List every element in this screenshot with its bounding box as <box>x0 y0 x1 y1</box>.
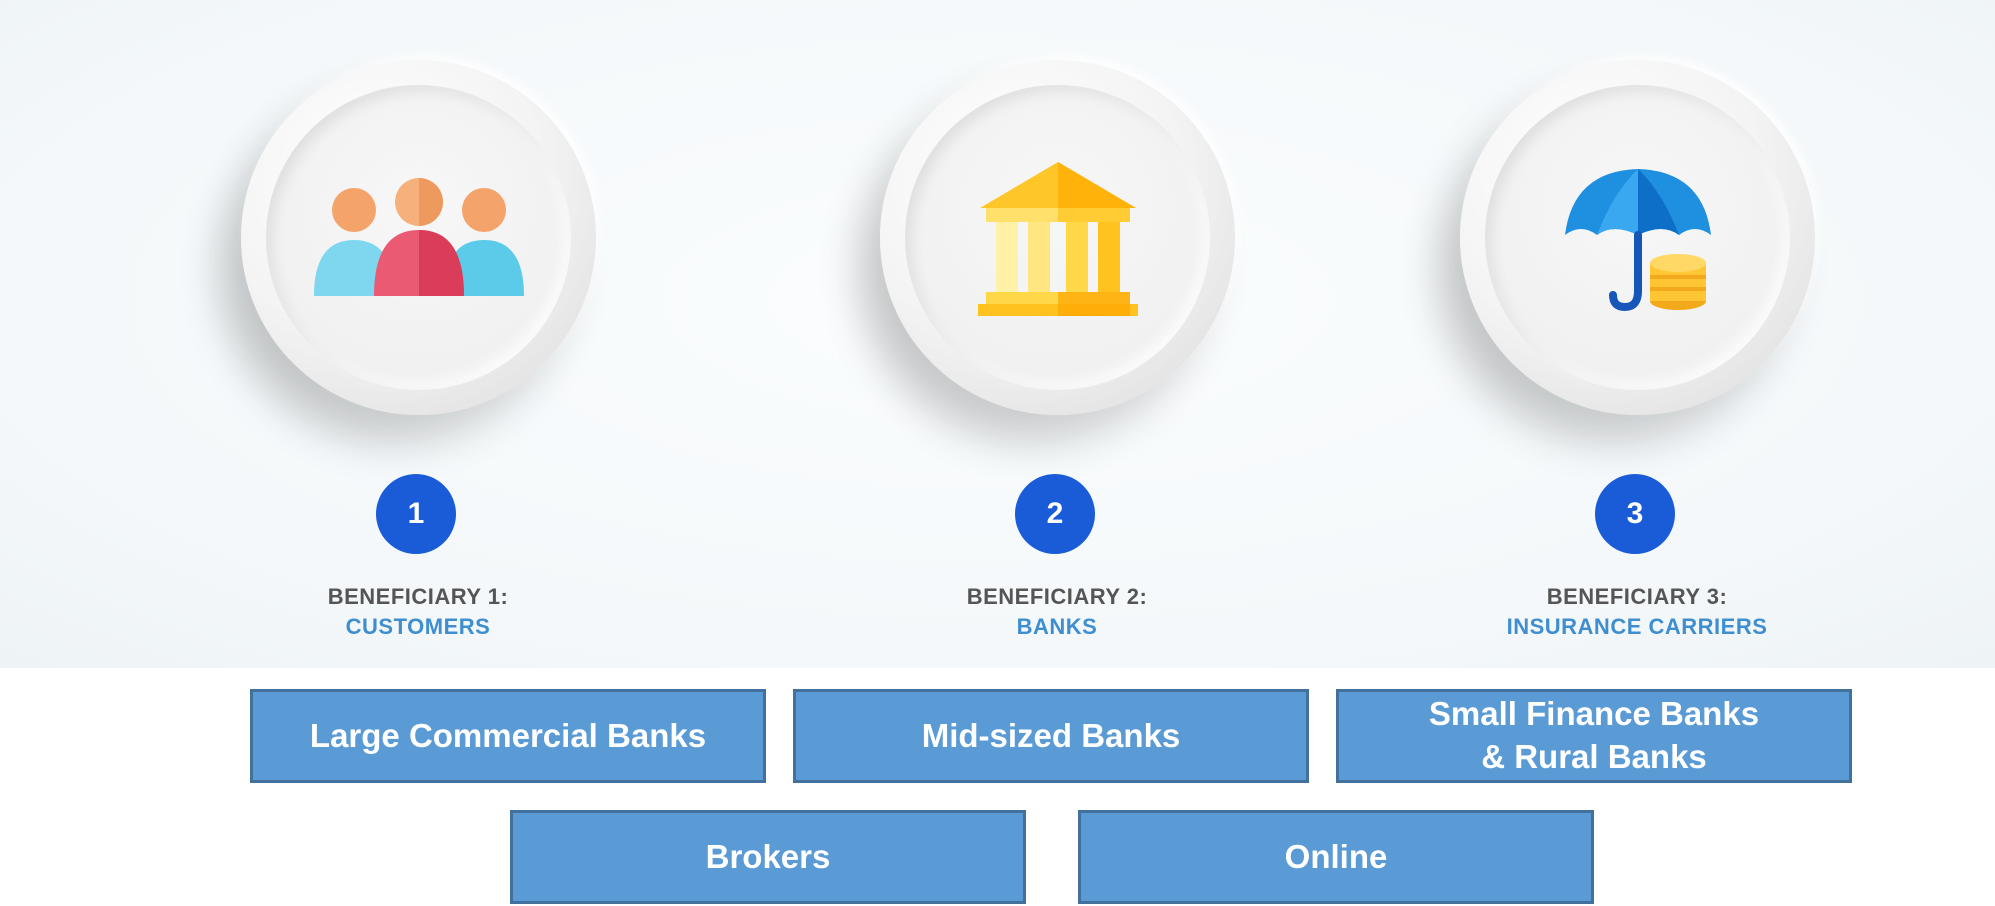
icon-disc-inner <box>266 85 571 390</box>
beneficiary-label: BENEFICIARY 3: <box>1546 584 1728 609</box>
beneficiary-label: BENEFICIARY 1: <box>327 584 509 609</box>
box-label: Small Finance Banks & Rural Banks <box>1428 695 1760 775</box>
box-label: Large Commercial Banks <box>309 716 707 754</box>
icon-disc-inner <box>905 85 1210 390</box>
umbrella-coins-icon <box>1564 168 1711 311</box>
box-online: Online <box>1078 810 1594 904</box>
beneficiary-banks: 2 BENEFICIARY 2: BANKS <box>797 0 1317 668</box>
beneficiary-name: INSURANCE CARRIERS <box>1506 614 1768 639</box>
beneficiary-label: BENEFICIARY 2: <box>966 584 1148 609</box>
icon-disc <box>880 60 1235 415</box>
beneficiary-number-badge: 2 <box>1015 474 1095 554</box>
box-label: Mid-sized Banks <box>921 716 1181 754</box>
beneficiaries-panel: 1 BENEFICIARY 1: CUSTOMERS 2 BENEFICIARY… <box>0 0 1995 668</box>
icon-disc-inner <box>1485 85 1790 390</box>
box-mid-sized-banks: Mid-sized Banks <box>793 689 1309 783</box>
beneficiary-name: CUSTOMERS <box>345 614 491 639</box>
box-label: Online <box>1284 837 1388 875</box>
icon-disc <box>241 60 596 415</box>
beneficiary-number-badge: 3 <box>1595 474 1675 554</box>
beneficiary-name: BANKS <box>1016 614 1098 639</box>
beneficiary-number-badge: 1 <box>376 474 456 554</box>
box-large-commercial-banks: Large Commercial Banks <box>250 689 766 783</box>
icon-disc <box>1460 60 1815 415</box>
box-small-finance-rural-banks: Small Finance Banks & Rural Banks <box>1336 689 1852 783</box>
beneficiary-insurance-carriers: 3 BENEFICIARY 3: INSURANCE CARRIERS <box>1377 0 1897 668</box>
people-group-icon <box>313 177 524 296</box>
bank-building-icon <box>977 161 1138 316</box>
box-brokers: Brokers <box>510 810 1026 904</box>
beneficiary-customers: 1 BENEFICIARY 1: CUSTOMERS <box>158 0 678 668</box>
box-label: Brokers <box>705 837 831 875</box>
